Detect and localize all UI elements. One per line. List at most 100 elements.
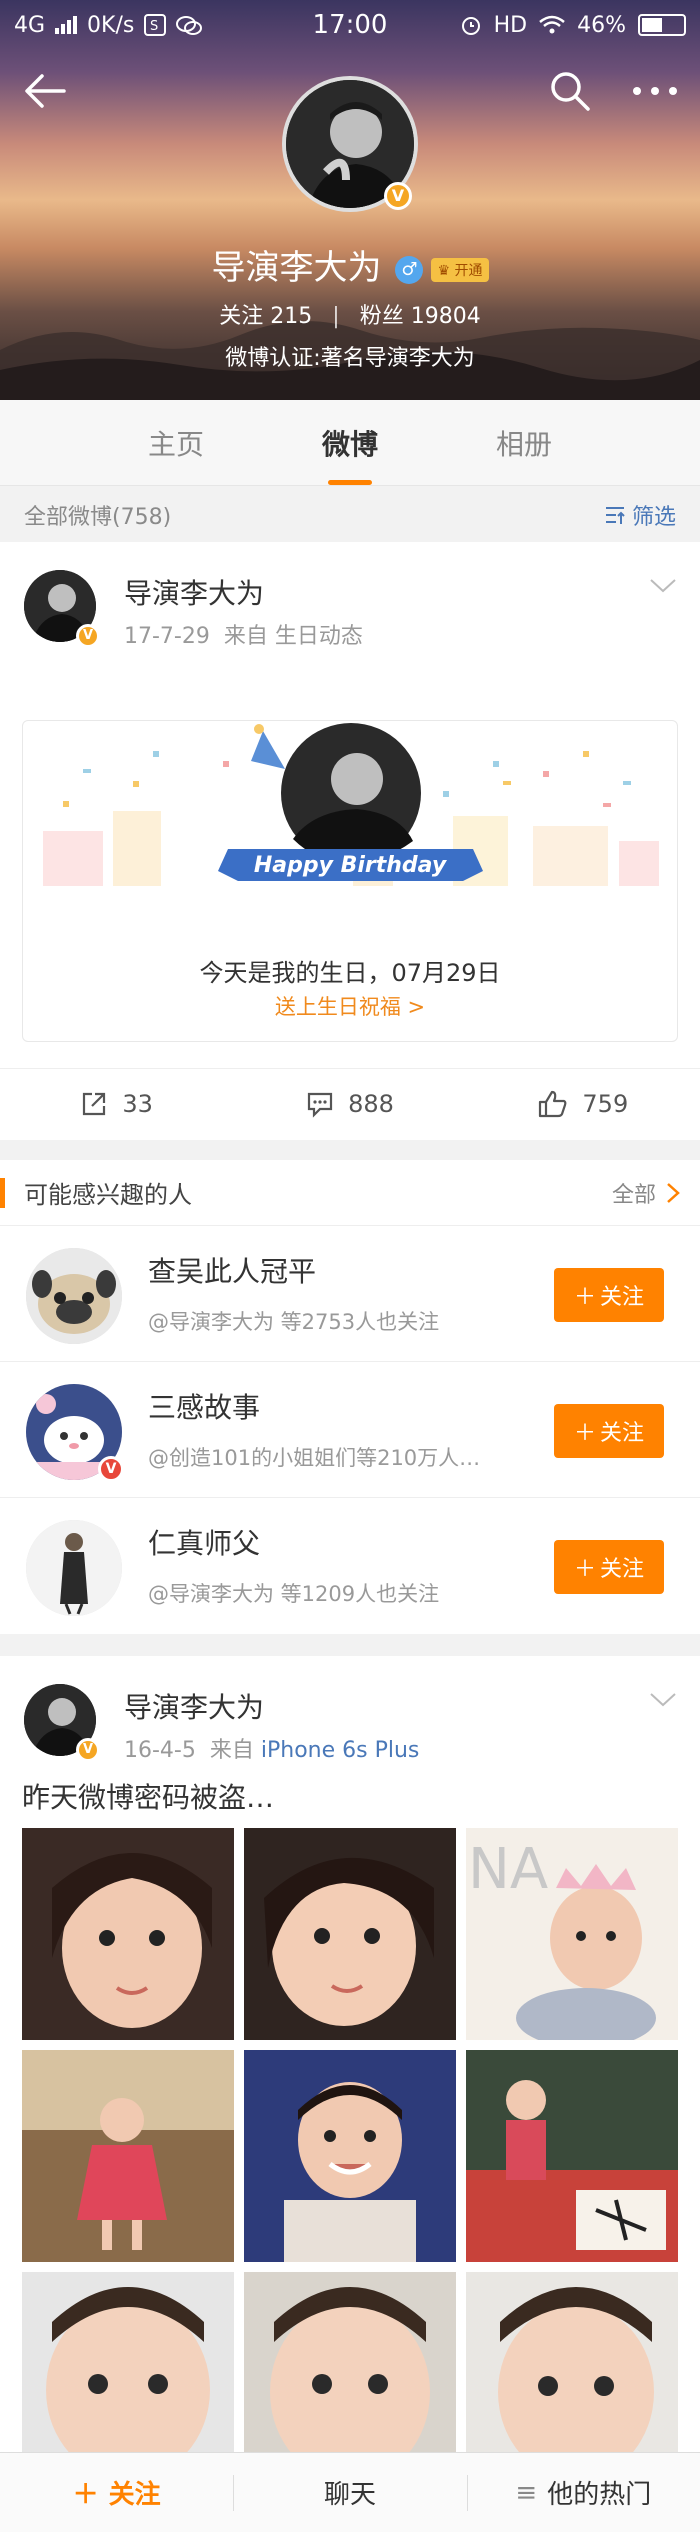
recommend-item[interactable]: 仁真师父 @导演李大为 等1209人也关注 ＋关注 — [0, 1498, 700, 1634]
bottom-follow-button[interactable]: ＋ 关注 — [0, 2453, 233, 2532]
birthday-card[interactable]: Happy Birthday 今天是我的生日，07月29日 送上生日祝福 > — [22, 720, 678, 1042]
clock: 17:00 — [312, 10, 388, 40]
post-source-link[interactable]: iPhone 6s Plus — [261, 1738, 420, 1763]
more-options-icon[interactable] — [625, 66, 685, 116]
followers-count: 19804 — [410, 304, 481, 329]
recommend-header: 可能感兴趣的人 全部 — [0, 1160, 700, 1226]
tab-weibo[interactable]: 微博 — [318, 423, 382, 485]
post-photo[interactable] — [22, 1828, 234, 2040]
repost-button[interactable]: 33 — [0, 1069, 233, 1138]
male-gender-icon: ♂ — [395, 255, 424, 284]
girl-red-dress-photo-image — [22, 2050, 234, 2262]
tab-home[interactable]: 主页 — [144, 423, 208, 463]
post-photo[interactable] — [244, 1828, 456, 2040]
recommend-all-label: 全部 — [611, 1182, 656, 1208]
recommend-item[interactable]: 查吴此人冠平 @导演李大为 等2753人也关注 ＋关注 — [0, 1226, 700, 1362]
following-label: 关注 — [219, 304, 264, 329]
followers-label: 粉丝 — [359, 304, 404, 329]
chevron-down-icon[interactable] — [648, 576, 678, 596]
following-count: 215 — [270, 304, 313, 329]
hot-posts-label: 他的热门 — [547, 2480, 652, 2510]
plus-icon: ＋ — [573, 1421, 596, 1446]
list-icon: ≡ — [515, 2477, 538, 2508]
recommend-name[interactable]: 仁真师父 — [148, 1522, 260, 1562]
battery-icon — [638, 14, 686, 36]
back-arrow-icon[interactable] — [20, 66, 70, 116]
birthday-illustration — [43, 723, 659, 886]
comment-count: 888 — [348, 1089, 394, 1118]
girl-crown-photo-image: NA — [466, 1828, 678, 2040]
follow-label: 关注 — [600, 1557, 645, 1582]
send-birthday-wish[interactable]: 送上生日祝福 > — [23, 991, 677, 1021]
verified-badge-icon: V — [98, 1456, 124, 1482]
recommend-item[interactable]: V 三感故事 @创造101的小姐姐们等210万人… ＋关注 — [0, 1362, 700, 1498]
poster-name[interactable]: 导演李大为 — [124, 572, 264, 612]
girl-calligraphy-photo-image — [466, 2050, 678, 2262]
status-bar: 4G 0K/s S 17:00 HD 46% — [0, 0, 700, 50]
plus-icon: ＋ — [573, 1557, 596, 1582]
filter-label: 筛选 — [631, 504, 676, 530]
recommend-all-link[interactable]: 全部 — [612, 1177, 680, 1209]
filter-icon — [605, 506, 625, 524]
post-source-prefix: 来自 — [209, 1738, 254, 1763]
post-photo[interactable] — [22, 2050, 234, 2262]
profile-name-row: 导演李大为 ♂ ♛ 开通 — [0, 240, 700, 289]
profile-stats: 关注 215 | 粉丝 19804 — [0, 298, 700, 330]
follow-button[interactable]: ＋关注 — [554, 1268, 664, 1322]
plus-icon: ＋ — [573, 1285, 596, 1310]
monk-avatar-image — [26, 1520, 122, 1616]
recommend-subtitle: @创造101的小姐姐们等210万人… — [148, 1446, 481, 1470]
follow-label: 关注 — [600, 1421, 645, 1446]
recommend-name[interactable]: 三感故事 — [148, 1386, 260, 1426]
vip-badge[interactable]: ♛ 开通 — [431, 257, 489, 282]
recommend-avatar[interactable] — [26, 1248, 122, 1344]
chevron-down-icon[interactable] — [648, 1690, 678, 1710]
profile-header: 4G 0K/s S 17:00 HD 46% V 导演李大为 ♂ ♛ 开通 关注… — [0, 0, 700, 400]
comment-icon — [307, 1092, 333, 1118]
post-source-prefix: 来自 — [223, 624, 268, 649]
search-icon[interactable] — [545, 66, 595, 116]
girl-photo-image — [244, 1828, 456, 2040]
verified-badge-icon: V — [384, 182, 412, 210]
post-date: 17-7-29 — [124, 624, 210, 649]
verified-badge-icon: V — [76, 624, 100, 648]
post-meta: 17-7-29 来自 生日动态 — [124, 618, 363, 650]
follow-button[interactable]: ＋关注 — [554, 1540, 664, 1594]
follow-button[interactable]: ＋关注 — [554, 1404, 664, 1458]
girl-photo-image — [22, 1828, 234, 2040]
happy-birthday-banner: Happy Birthday — [253, 853, 447, 878]
post-photo[interactable]: NA — [466, 1828, 678, 2040]
filter-button[interactable]: 筛选 — [604, 499, 676, 531]
photo-grid: NA — [22, 1828, 678, 2484]
poster-name[interactable]: 导演李大为 — [124, 1686, 264, 1726]
recommend-subtitle: @导演李大为 等1209人也关注 — [148, 1582, 440, 1606]
chat-button[interactable]: 聊天 — [233, 2453, 466, 2532]
like-count: 759 — [582, 1089, 629, 1118]
repost-icon — [83, 1092, 106, 1115]
svg-text:NA: NA — [468, 1837, 548, 1902]
following-stat[interactable]: 关注 215 — [219, 304, 312, 329]
tab-album[interactable]: 相册 — [492, 423, 556, 463]
recommend-name[interactable]: 查吴此人冠平 — [148, 1250, 316, 1290]
post-header: V 导演李大为 17-7-29 来自 生日动态 — [0, 542, 700, 652]
birthday-message: 今天是我的生日，07月29日 — [199, 959, 501, 987]
comment-button[interactable]: 888 — [233, 1069, 466, 1138]
plus-icon: ＋ — [72, 2480, 99, 2510]
recommend-avatar[interactable] — [26, 1520, 122, 1616]
chat-label: 聊天 — [323, 2480, 376, 2510]
bottom-action-bar: ＋ 关注 聊天 ≡ 他的热门 — [0, 2452, 700, 2532]
post-header: V 导演李大为 16-4-5 来自 iPhone 6s Plus — [0, 1656, 700, 1766]
crown-icon: ♛ — [437, 262, 451, 279]
post-photo[interactable] — [466, 2050, 678, 2262]
bottom-follow-label: 关注 — [108, 2480, 161, 2510]
profile-tabs: 主页 微博 相册 — [0, 400, 700, 486]
hot-posts-button[interactable]: ≡ 他的热门 — [466, 2453, 700, 2532]
follow-label: 关注 — [600, 1285, 645, 1310]
repost-count: 33 — [122, 1089, 153, 1118]
like-button[interactable]: 759 — [467, 1069, 700, 1138]
followers-stat[interactable]: 粉丝 19804 — [360, 304, 481, 329]
posts-section-bar: 全部微博(758) 筛选 — [0, 487, 700, 542]
post-photo[interactable] — [244, 2050, 456, 2262]
recommend-subtitle: @导演李大为 等2753人也关注 — [148, 1310, 440, 1334]
post-source: 生日动态 — [274, 624, 363, 649]
